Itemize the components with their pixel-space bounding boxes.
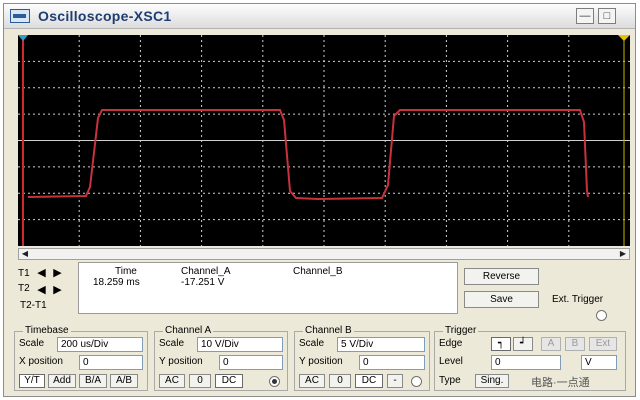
- oscilloscope-window: Oscilloscope-XSC1 — □ ◀ ▶ T1 ◀ ▶ T2 ◀ ▶ …: [3, 3, 636, 397]
- watermark-text: 电路·一点通: [531, 377, 590, 389]
- trigger-source-a-button[interactable]: A: [541, 337, 561, 351]
- channel-b-y-position-label: Y position: [299, 356, 343, 367]
- minimize-button[interactable]: —: [576, 8, 594, 24]
- channel-a-radio[interactable]: [269, 376, 280, 387]
- channel-b-title: Channel B: [303, 325, 354, 336]
- scroll-right-icon[interactable]: ▶: [617, 249, 629, 259]
- channel-a-ac-button[interactable]: AC: [159, 374, 185, 388]
- readout-t1-time: 18.259 ms: [93, 277, 140, 288]
- t1-left-arrow-icon[interactable]: ◀: [34, 267, 49, 279]
- channel-a-scale-field[interactable]: 10 V/Div: [197, 337, 283, 352]
- horizontal-scrollbar[interactable]: ◀ ▶: [18, 248, 630, 260]
- scroll-left-icon[interactable]: ◀: [19, 249, 31, 259]
- t1-label: T1: [18, 268, 30, 279]
- channel-b-group: Channel B Scale 5 V/Div Y position 0 AC …: [294, 325, 430, 391]
- reverse-button[interactable]: Reverse: [464, 268, 539, 285]
- t2-t1-label: T2-T1: [20, 300, 47, 311]
- t2-right-arrow-icon[interactable]: ▶: [50, 284, 65, 296]
- channel-a-scale-label: Scale: [159, 338, 185, 349]
- oscilloscope-app-icon: [10, 9, 30, 23]
- ext-trigger-label: Ext. Trigger: [552, 294, 604, 305]
- window-title: Oscilloscope-XSC1: [38, 8, 172, 24]
- t2-left-arrow-icon[interactable]: ◀: [34, 284, 49, 296]
- readout-channel-a-header: Channel_A: [181, 266, 231, 277]
- measurement-readout: Time Channel_A Channel_B 18.259 ms -17.2…: [78, 262, 458, 314]
- t1-right-arrow-icon[interactable]: ▶: [50, 267, 65, 279]
- channel-a-zero-button[interactable]: 0: [189, 374, 211, 388]
- timebase-scale-field[interactable]: 200 us/Div: [57, 337, 143, 352]
- channel-b-invert-button[interactable]: -: [387, 374, 403, 388]
- x-position-field[interactable]: 0: [79, 355, 143, 370]
- type-label: Type: [439, 375, 461, 386]
- t2-label: T2: [18, 283, 30, 294]
- mode-ba-button[interactable]: B/A: [79, 374, 107, 388]
- readout-t1-channel-a: -17.251 V: [181, 277, 225, 288]
- mode-add-button[interactable]: Add: [48, 374, 76, 388]
- level-unit-select[interactable]: V: [581, 355, 617, 370]
- trigger-group: Trigger Edge ┑ ┙ A B Ext Level 0 V Type …: [434, 325, 626, 391]
- rising-edge-icon[interactable]: ┑: [491, 337, 511, 351]
- channel-b-radio[interactable]: [411, 376, 422, 387]
- channel-a-dc-button[interactable]: DC: [215, 374, 243, 388]
- timebase-group: Timebase Scale 200 us/Div X position 0 Y…: [14, 325, 148, 391]
- channel-b-ac-button[interactable]: AC: [299, 374, 325, 388]
- channel-b-dc-button[interactable]: DC: [355, 374, 383, 388]
- timebase-scale-label: Scale: [19, 338, 45, 349]
- trigger-source-b-button[interactable]: B: [565, 337, 585, 351]
- readout-channel-b-header: Channel_B: [293, 266, 343, 277]
- readout-time-header: Time: [115, 266, 137, 277]
- channel-b-scale-label: Scale: [299, 338, 325, 349]
- falling-edge-icon[interactable]: ┙: [513, 337, 533, 351]
- channel-b-y-position-field[interactable]: 0: [359, 355, 425, 370]
- channel-b-scale-field[interactable]: 5 V/Div: [337, 337, 425, 352]
- level-field[interactable]: 0: [491, 355, 561, 370]
- trigger-source-ext-button[interactable]: Ext: [589, 337, 617, 351]
- trigger-type-sing-button[interactable]: Sing.: [475, 374, 509, 388]
- mode-ab-button[interactable]: A/B: [110, 374, 138, 388]
- level-label: Level: [439, 356, 463, 367]
- save-button[interactable]: Save: [464, 291, 539, 308]
- channel-a-title: Channel A: [163, 325, 214, 336]
- channel-a-group: Channel A Scale 10 V/Div Y position 0 AC…: [154, 325, 288, 391]
- edge-label: Edge: [439, 338, 463, 349]
- channel-a-y-position-field[interactable]: 0: [219, 355, 283, 370]
- title-bar[interactable]: Oscilloscope-XSC1 — □: [4, 4, 635, 29]
- channel-a-y-position-label: Y position: [159, 356, 203, 367]
- mode-yt-button[interactable]: Y/T: [19, 374, 45, 388]
- maximize-button[interactable]: □: [598, 8, 616, 24]
- oscilloscope-screen: [18, 35, 630, 246]
- ext-trigger-radio[interactable]: [596, 310, 607, 321]
- channel-b-zero-button[interactable]: 0: [329, 374, 351, 388]
- x-position-label: X position: [19, 356, 63, 367]
- timebase-title: Timebase: [23, 325, 71, 336]
- trigger-title: Trigger: [443, 325, 479, 336]
